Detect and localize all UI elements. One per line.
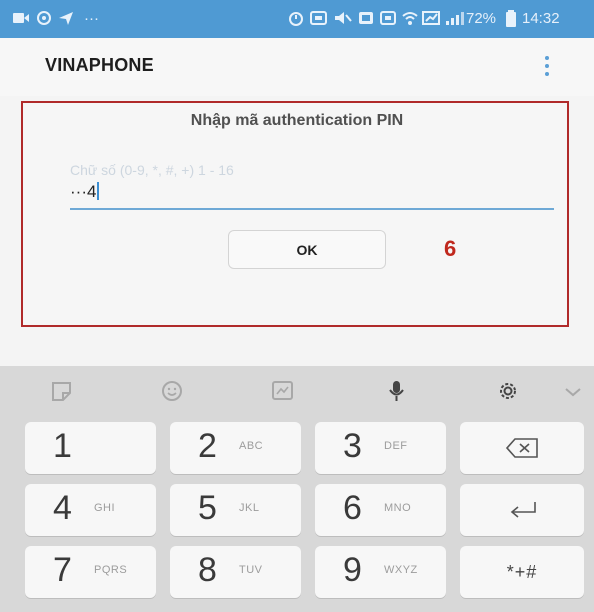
clock: 14:32	[522, 10, 560, 27]
key-letters: ABC	[239, 440, 264, 452]
numeric-keyboard: 1 2 ABC 3 DEF 4 GHI 5 JKL 6 MNO 7 PQRS 8…	[0, 366, 594, 612]
key-letters: TUV	[239, 564, 263, 576]
key-4[interactable]: 4 GHI	[25, 484, 156, 536]
chevron-down-icon[interactable]	[561, 380, 587, 402]
backspace-key[interactable]	[460, 422, 584, 474]
screen-icon	[359, 12, 373, 24]
emoji-icon[interactable]	[160, 380, 186, 402]
key-6[interactable]: 6 MNO	[315, 484, 446, 536]
key-letters: GHI	[94, 502, 116, 514]
highlight-frame	[21, 101, 569, 327]
wifi-icon	[402, 12, 418, 25]
text-cursor	[97, 182, 100, 200]
battery-percent: 72%	[466, 10, 497, 27]
pin-input-placeholder: Chữ số (0-9, *, #, +) 1 - 16	[70, 162, 234, 178]
key-2[interactable]: 2 ABC	[170, 422, 301, 474]
pin-input-field[interactable]: Chữ số (0-9, *, #, +) 1 - 16 ···4	[70, 160, 554, 210]
pin-input-value[interactable]: ···4	[70, 182, 100, 202]
dialog-title: Nhập mã authentication PIN	[190, 112, 404, 129]
symbols-label: *+#	[506, 561, 538, 582]
key-digit: 5	[198, 489, 217, 527]
signal-icon	[446, 12, 464, 25]
battery-icon	[506, 10, 516, 27]
sticker-icon[interactable]	[50, 380, 76, 402]
video-icon	[13, 13, 29, 23]
key-digit: 4	[53, 489, 72, 527]
pin-input-text: ···4	[70, 182, 97, 201]
key-letters: WXYZ	[384, 564, 418, 576]
key-3[interactable]: 3 DEF	[315, 422, 446, 474]
key-letters: JKL	[239, 502, 260, 514]
key-5[interactable]: 5 JKL	[170, 484, 301, 536]
symbols-key[interactable]: *+#	[460, 546, 584, 598]
keyboard-toolbar	[0, 366, 594, 414]
gif-icon[interactable]	[270, 380, 296, 402]
step-marker: 6	[444, 236, 457, 261]
key-9[interactable]: 9 WXYZ	[315, 546, 446, 598]
mute-icon	[335, 12, 352, 24]
key-letters: DEF	[384, 440, 408, 452]
settings-icon[interactable]	[496, 380, 522, 402]
status-bar: ··· 72% 14:32	[0, 0, 594, 38]
send-icon	[59, 12, 73, 25]
overflow-menu-icon[interactable]	[535, 52, 559, 80]
key-digit: 9	[343, 551, 362, 589]
key-digit: 6	[343, 489, 362, 527]
enter-icon	[510, 502, 536, 518]
ok-button[interactable]: OK	[228, 230, 386, 269]
microphone-icon[interactable]	[384, 380, 410, 402]
enter-key[interactable]	[460, 484, 584, 536]
key-1[interactable]: 1	[25, 422, 156, 474]
key-digit: 1	[53, 427, 72, 465]
key-digit: 8	[198, 551, 217, 589]
data-saver-icon	[422, 11, 440, 25]
key-digit: 7	[53, 551, 72, 589]
key-7[interactable]: 7 PQRS	[25, 546, 156, 598]
location-icon	[37, 11, 51, 25]
nfc-icon	[310, 11, 327, 25]
alarm-icon	[289, 12, 303, 26]
cast-icon	[380, 11, 396, 25]
status-ellipsis: ···	[84, 10, 99, 27]
key-letters: MNO	[384, 502, 412, 514]
key-letters: PQRS	[94, 564, 128, 576]
app-title: VINAPHONE	[45, 55, 154, 75]
key-digit: 3	[343, 427, 362, 465]
key-8[interactable]: 8 TUV	[170, 546, 301, 598]
key-digit: 2	[198, 427, 217, 465]
backspace-icon	[505, 438, 538, 458]
app-bar: VINAPHONE	[0, 38, 594, 96]
